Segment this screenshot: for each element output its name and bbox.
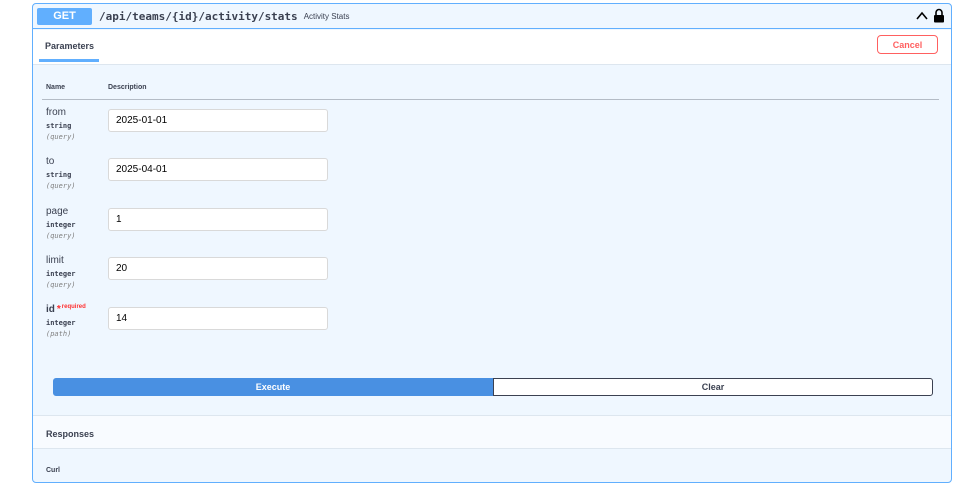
param-type: integer — [46, 221, 76, 229]
param-to-input[interactable]: 2025-04-01 — [108, 158, 328, 181]
method-badge: GET — [37, 7, 92, 25]
param-name-row: id *required — [46, 304, 86, 315]
param-page: page integer (query) — [46, 206, 76, 240]
execute-button[interactable]: Execute — [53, 378, 493, 396]
required-label: required — [61, 304, 86, 310]
param-to: to string (query) — [46, 156, 76, 190]
param-location: (query) — [46, 281, 76, 289]
chevron-up-icon[interactable] — [915, 9, 929, 23]
clear-button[interactable]: Clear — [493, 378, 933, 396]
param-name: limit — [46, 255, 64, 266]
param-location: (query) — [46, 232, 76, 240]
curl-label: Curl — [46, 467, 60, 474]
param-limit: limit integer (query) — [46, 255, 76, 289]
param-name: to — [46, 156, 55, 167]
responses-title: Responses — [46, 429, 95, 439]
param-page-input[interactable]: 1 — [108, 208, 328, 231]
responses-header: Responses — [33, 415, 951, 449]
param-location: (query) — [46, 133, 76, 141]
column-header-name: Name — [46, 84, 66, 91]
endpoint-path: /api/teams/{id}/activity/stats — [99, 9, 298, 23]
param-id-input[interactable]: 14 — [108, 307, 328, 330]
parameters-tabbar: Parameters Cancel — [33, 30, 951, 65]
operation-block: GET /api/teams/{id}/activity/stats Activ… — [32, 3, 952, 483]
param-limit-input[interactable]: 20 — [108, 257, 328, 280]
tab-parameters[interactable]: Parameters — [45, 41, 94, 51]
endpoint-summary: Activity Stats — [303, 11, 350, 21]
param-id: id *required integer (path) — [46, 304, 86, 338]
header-divider — [42, 99, 939, 100]
param-type: string — [46, 171, 72, 179]
param-type: string — [46, 122, 72, 130]
param-type: integer — [46, 270, 76, 278]
param-from-input[interactable]: 2025-01-01 — [108, 109, 328, 132]
column-header-description: Description — [108, 84, 147, 91]
param-type: integer — [46, 319, 76, 327]
param-name: page — [46, 206, 69, 217]
operation-summary[interactable]: GET /api/teams/{id}/activity/stats Activ… — [33, 4, 951, 29]
param-name: id — [46, 304, 55, 315]
lock-icon[interactable] — [933, 8, 945, 23]
cancel-button[interactable]: Cancel — [877, 35, 938, 54]
param-location: (path) — [46, 330, 72, 338]
param-location: (query) — [46, 182, 76, 190]
param-from: from string (query) — [46, 107, 76, 141]
param-name: from — [46, 107, 66, 118]
tab-active-indicator — [39, 59, 99, 62]
required-star: * — [56, 304, 61, 315]
